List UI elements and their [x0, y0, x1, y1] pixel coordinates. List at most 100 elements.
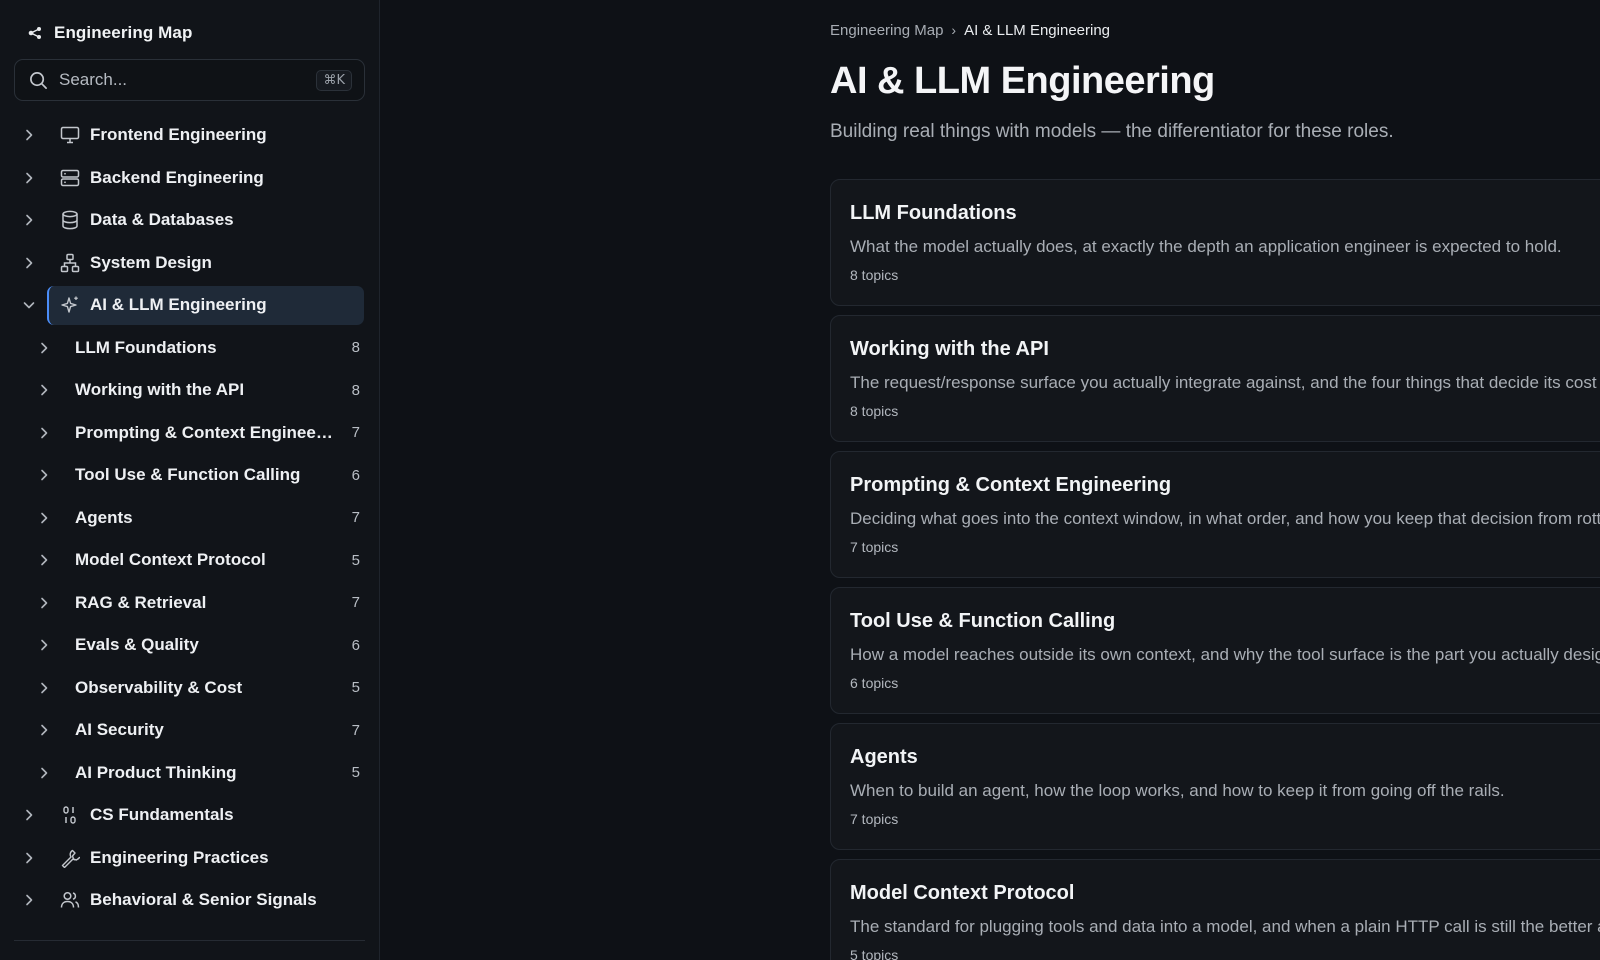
- breadcrumb-separator: ›: [951, 22, 957, 38]
- monitor-icon: [60, 125, 80, 145]
- sidebar-subitem-label: Working with the API: [75, 380, 245, 400]
- chevron-right-icon[interactable]: [20, 891, 38, 909]
- share-nodes-icon: [26, 24, 44, 42]
- chevron-right-icon[interactable]: [35, 424, 53, 442]
- card-description: How a model reaches outside its own cont…: [850, 645, 1600, 664]
- card-topic-count: 8 topics: [850, 403, 899, 419]
- topic-card[interactable]: Tool Use & Function Calling How a model …: [830, 587, 1600, 714]
- server-icon: [60, 168, 80, 188]
- breadcrumb-current: AI & LLM Engineering: [964, 21, 1111, 39]
- chevron-right-icon[interactable]: [20, 254, 38, 272]
- sidebar-subitem[interactable]: Model Context Protocol 5: [0, 539, 380, 582]
- sidebar-subitem[interactable]: Agents 7: [0, 497, 380, 540]
- topic-count: 5: [351, 764, 360, 782]
- topic-card[interactable]: Prompting & Context Engineering Deciding…: [830, 451, 1600, 578]
- topic-count: 8: [351, 381, 360, 399]
- chevron-right-icon[interactable]: [35, 636, 53, 654]
- card-description: The request/response surface you actuall…: [850, 373, 1600, 392]
- card-title: Agents: [850, 746, 918, 768]
- sidebar-subitem[interactable]: LLM Foundations 8: [0, 327, 380, 370]
- chevron-right-icon[interactable]: [35, 551, 53, 569]
- sidebar-subitem[interactable]: Working with the API 8: [0, 369, 380, 412]
- sidebar-item-ai-llm[interactable]: AI & LLM Engineering: [0, 284, 380, 327]
- sidebar-item-behavioral[interactable]: Behavioral & Senior Signals: [0, 879, 380, 922]
- topic-count: 6: [351, 466, 360, 484]
- chevron-down-icon[interactable]: [20, 296, 38, 314]
- sidebar-subitem-label: Tool Use & Function Calling: [75, 465, 301, 485]
- chevron-right-icon[interactable]: [20, 169, 38, 187]
- sidebar-item-frontend[interactable]: Frontend Engineering: [0, 114, 380, 157]
- topic-count: 8: [351, 339, 360, 357]
- search-icon: [29, 70, 49, 90]
- topic-card[interactable]: Working with the API The request/respons…: [830, 315, 1600, 442]
- sidebar-item-label: Engineering Practices: [90, 847, 269, 867]
- sidebar-subitem-label: LLM Foundations: [75, 337, 217, 357]
- sidebar-subitem[interactable]: RAG & Retrieval 7: [0, 582, 380, 625]
- sidebar-item-data[interactable]: Data & Databases: [0, 199, 380, 242]
- sidebar-nav: Frontend Engineering Backend Engineering…: [0, 114, 380, 922]
- topic-card[interactable]: Model Context Protocol The standard for …: [830, 859, 1600, 960]
- chevron-right-icon[interactable]: [20, 849, 38, 867]
- sidebar-item-engineering-practices[interactable]: Engineering Practices: [0, 837, 380, 880]
- search-box[interactable]: ⌘K: [14, 59, 365, 101]
- search-input[interactable]: [59, 70, 317, 90]
- topic-count: 5: [351, 679, 360, 697]
- binary-icon: [60, 805, 80, 825]
- sidebar-item-label: AI & LLM Engineering: [90, 295, 267, 315]
- chevron-right-icon[interactable]: [20, 211, 38, 229]
- topic-card[interactable]: Agents When to build an agent, how the l…: [830, 723, 1600, 850]
- chevron-right-icon[interactable]: [35, 764, 53, 782]
- sidebar-subitem-label: Prompting & Context Engineering: [75, 422, 335, 442]
- sidebar-subitem-label: Observability & Cost: [75, 677, 243, 697]
- search-shortcut-badge: ⌘K: [316, 69, 352, 91]
- chevron-right-icon[interactable]: [35, 381, 53, 399]
- sidebar-subitem[interactable]: AI Security 7: [0, 709, 380, 752]
- chevron-right-icon[interactable]: [35, 594, 53, 612]
- users-icon: [60, 890, 80, 910]
- card-topic-count: 5 topics: [850, 947, 899, 960]
- topic-card[interactable]: LLM Foundations What the model actually …: [830, 179, 1600, 306]
- card-topic-count: 6 topics: [850, 675, 899, 691]
- sidebar-item-label: Data & Databases: [90, 210, 234, 230]
- chevron-right-icon[interactable]: [20, 126, 38, 144]
- sparkles-icon: [60, 295, 80, 315]
- sidebar-subitem[interactable]: Evals & Quality 6: [0, 624, 380, 667]
- sidebar-subitem[interactable]: AI Product Thinking 5: [0, 752, 380, 795]
- sidebar-subitem-label: AI Product Thinking: [75, 762, 237, 782]
- topic-count: 7: [351, 509, 360, 527]
- card-list: LLM Foundations What the model actually …: [830, 179, 1600, 960]
- card-title: Tool Use & Function Calling: [850, 610, 1116, 632]
- topic-count: 7: [351, 721, 360, 739]
- chevron-right-icon[interactable]: [35, 721, 53, 739]
- chevron-right-icon[interactable]: [35, 466, 53, 484]
- sidebar-item-backend[interactable]: Backend Engineering: [0, 157, 380, 200]
- sidebar-item-system-design[interactable]: System Design: [0, 242, 380, 285]
- sidebar: Engineering Map ⌘K Frontend Engineering …: [0, 0, 380, 960]
- app-window: Engineering Map ⌘K Frontend Engineering …: [0, 0, 1600, 960]
- chevron-right-icon[interactable]: [35, 509, 53, 527]
- database-icon: [60, 210, 80, 230]
- sidebar-subitem-label: AI Security: [75, 720, 164, 740]
- page-subtitle: Building real things with models — the d…: [830, 121, 1394, 142]
- chevron-right-icon[interactable]: [20, 806, 38, 824]
- topic-count: 7: [351, 424, 360, 442]
- sidebar-subitem[interactable]: Prompting & Context Engineering 7: [0, 412, 380, 455]
- sidebar-subitem[interactable]: Observability & Cost 5: [0, 667, 380, 710]
- brand[interactable]: Engineering Map: [26, 20, 192, 46]
- card-description: What the model actually does, at exactly…: [850, 237, 1562, 256]
- wrench-icon: [60, 848, 80, 868]
- sidebar-item-cs-fundamentals[interactable]: CS Fundamentals: [0, 794, 380, 837]
- chevron-right-icon[interactable]: [35, 339, 53, 357]
- sidebar-item-label: Behavioral & Senior Signals: [90, 890, 317, 910]
- card-topic-count: 7 topics: [850, 811, 899, 827]
- card-description: When to build an agent, how the loop wor…: [850, 781, 1505, 800]
- card-title: Working with the API: [850, 338, 1049, 360]
- card-description: The standard for plugging tools and data…: [850, 917, 1600, 936]
- network-icon: [60, 253, 80, 273]
- topic-count: 7: [351, 594, 360, 612]
- card-title: Prompting & Context Engineering: [850, 474, 1172, 496]
- breadcrumb-root-link[interactable]: Engineering Map: [830, 22, 943, 39]
- chevron-right-icon[interactable]: [35, 679, 53, 697]
- sidebar-subitem[interactable]: Tool Use & Function Calling 6: [0, 454, 380, 497]
- sidebar-subitem-label: Agents: [75, 507, 133, 527]
